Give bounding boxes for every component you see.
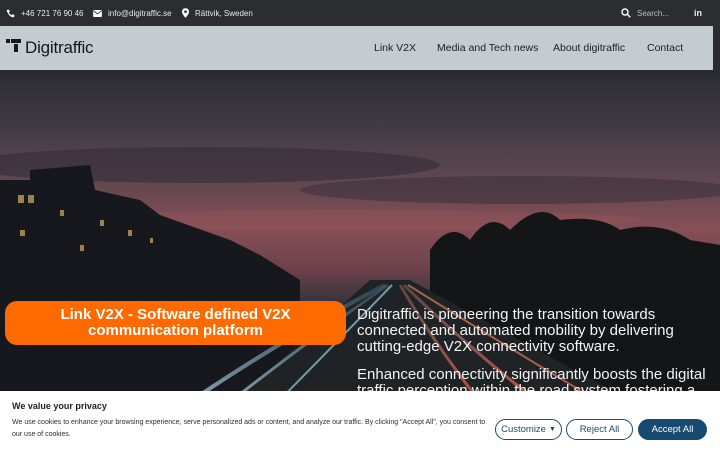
location-info: Rättvik, Sweden bbox=[182, 0, 253, 26]
hero-title-pill[interactable]: Link V2X - Software defined V2X communic… bbox=[5, 301, 346, 345]
email-contact[interactable]: info@digitraffic.se bbox=[93, 0, 172, 26]
cookie-consent-banner: We value your privacy We use cookies to … bbox=[0, 391, 720, 450]
location-text: Rättvik, Sweden bbox=[195, 8, 253, 18]
logo-text: Digitraffic bbox=[25, 38, 94, 57]
logo-icon bbox=[6, 39, 21, 57]
customize-label: Customize bbox=[501, 424, 546, 435]
phone-contact[interactable]: +46 721 76 90 46 bbox=[6, 0, 84, 26]
phone-icon bbox=[6, 9, 15, 18]
location-icon bbox=[182, 8, 189, 18]
customize-button[interactable]: Customize ▼ bbox=[495, 419, 562, 440]
reject-all-button[interactable]: Reject All bbox=[566, 419, 633, 440]
chevron-down-icon: ▼ bbox=[548, 426, 556, 433]
site-logo[interactable]: Digitraffic bbox=[6, 38, 94, 57]
accept-all-button[interactable]: Accept All bbox=[638, 419, 707, 440]
nav-link-v2x[interactable]: Link V2X bbox=[374, 26, 416, 70]
nav-media-tech-news[interactable]: Media and Tech news bbox=[437, 26, 538, 70]
contact-topbar: +46 721 76 90 46 info@digitraffic.se Rät… bbox=[0, 0, 720, 26]
nav-about[interactable]: About digitraffic bbox=[553, 26, 625, 70]
hero-paragraph-1: Digitraffic is pioneering the transition… bbox=[357, 306, 674, 355]
search-field[interactable]: Search... bbox=[621, 0, 669, 26]
cookie-description: We use cookies to enhance your browsing … bbox=[12, 419, 486, 438]
site-header: Digitraffic Link V2X Media and Tech news… bbox=[0, 26, 713, 70]
phone-number: +46 721 76 90 46 bbox=[21, 8, 84, 18]
linkedin-icon[interactable]: in bbox=[694, 0, 702, 26]
search-icon[interactable] bbox=[621, 8, 631, 18]
search-input[interactable]: Search... bbox=[637, 9, 669, 18]
mail-icon bbox=[93, 9, 102, 17]
cookie-title: We value your privacy bbox=[12, 401, 107, 411]
email-address: info@digitraffic.se bbox=[108, 8, 172, 18]
nav-contact[interactable]: Contact bbox=[647, 26, 683, 70]
